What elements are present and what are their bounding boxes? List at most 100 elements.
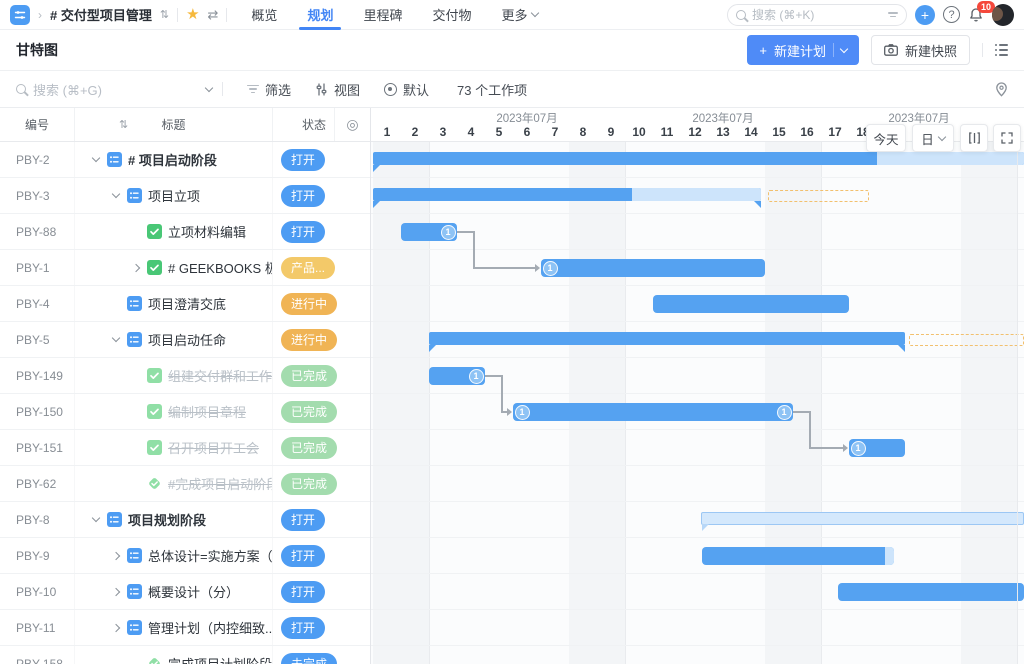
gantt-bar-PBY-1[interactable] [541, 259, 765, 277]
row-status-cell: 打开 [273, 610, 335, 645]
table-row-PBY-1[interactable]: PBY-1# GEEKBOOKS 极...产品... [0, 250, 370, 286]
row-id: PBY-151 [0, 430, 75, 465]
table-row-PBY-5[interactable]: PBY-5项目启动任命进行中 [0, 322, 370, 358]
dependency-count-badge[interactable]: 1 [851, 441, 866, 456]
status-badge[interactable]: 打开 [281, 617, 325, 639]
status-badge[interactable]: 已完成 [281, 365, 337, 387]
status-badge[interactable]: 已完成 [281, 473, 337, 495]
global-search-input[interactable]: 搜索 (⌘+K) [727, 4, 907, 26]
table-row-PBY-150[interactable]: PBY-150编制项目章程已完成 [0, 394, 370, 430]
table-row-PBY-149[interactable]: PBY-149组建交付群和工作台已完成 [0, 358, 370, 394]
dependency-line [457, 231, 473, 233]
overdue-dashed-range[interactable] [909, 334, 1024, 346]
create-button[interactable]: + [915, 5, 935, 25]
expand-chevron-down-icon[interactable] [92, 154, 100, 162]
table-row-PBY-10[interactable]: PBY-10概要设计（分）打开 [0, 574, 370, 610]
dependency-count-badge[interactable]: 1 [543, 261, 558, 276]
table-row-PBY-11[interactable]: PBY-11管理计划（内控细致...打开 [0, 610, 370, 646]
tab-交付物[interactable]: 交付物 [432, 0, 471, 30]
dependency-count-badge[interactable]: 1 [777, 405, 792, 420]
filter-icon [247, 85, 259, 94]
table-row-PBY-151[interactable]: PBY-151召开项目开工会已完成 [0, 430, 370, 466]
help-icon[interactable]: ? [943, 6, 960, 23]
gantt-bar-PBY-5[interactable] [429, 332, 905, 345]
row-title-cell: #完成项目启动阶段... [75, 466, 273, 501]
search-filter-icon[interactable] [888, 12, 898, 17]
gantt-bar-PBY-150[interactable] [513, 403, 793, 421]
default-view-button[interactable]: 默认 [384, 80, 429, 99]
table-row-PBY-8[interactable]: PBY-8项目规划阶段打开 [0, 502, 370, 538]
table-row-PBY-9[interactable]: PBY-9总体设计=实施方案（...打开 [0, 538, 370, 574]
status-badge[interactable]: 打开 [281, 581, 325, 603]
gantt-bar-PBY-9[interactable] [702, 547, 894, 565]
status-badge[interactable]: 未完成 [281, 653, 337, 664]
gantt-bar-PBY-10[interactable] [838, 583, 1024, 601]
gantt-bar-PBY-2[interactable] [373, 152, 1024, 165]
split-view-icon [968, 132, 981, 144]
column-settings-gear-icon[interactable]: ◎ [335, 108, 370, 141]
sort-icon[interactable]: ⇅ [119, 118, 128, 131]
tab-规划[interactable]: 规划 [307, 0, 333, 30]
status-badge[interactable]: 打开 [281, 221, 325, 243]
status-badge[interactable]: 打开 [281, 185, 325, 207]
view-config-button[interactable]: 视图 [315, 80, 360, 99]
filter-button[interactable]: 筛选 [247, 80, 291, 99]
table-row-PBY-2[interactable]: PBY-2# 项目启动阶段打开 [0, 142, 370, 178]
expand-chevron-down-icon[interactable] [92, 514, 100, 522]
tab-更多[interactable]: 更多 [501, 0, 537, 30]
column-header-id[interactable]: 编号 [0, 108, 75, 141]
today-button[interactable]: 今天 [866, 124, 906, 152]
favorite-star-icon[interactable]: ★ [186, 7, 199, 22]
table-row-PBY-158[interactable]: PBY-158完成项目计划阶段复盘未完成 [0, 646, 370, 664]
gantt-bar-PBY-3[interactable] [373, 188, 761, 201]
notifications-button[interactable]: 10 [968, 7, 984, 23]
project-icon[interactable] [10, 5, 30, 25]
status-badge[interactable]: 进行中 [281, 329, 337, 351]
table-row-PBY-4[interactable]: PBY-4项目澄清交底进行中 [0, 286, 370, 322]
dependency-count-badge[interactable]: 1 [469, 369, 484, 384]
column-header-title[interactable]: ⇅ 标题 [75, 108, 273, 141]
time-unit-dropdown[interactable]: 日 [912, 124, 954, 152]
table-row-PBY-88[interactable]: PBY-88立项材料编辑打开 [0, 214, 370, 250]
plus-icon: + [759, 43, 767, 58]
status-badge[interactable]: 打开 [281, 545, 325, 567]
row-title: 组建交付群和工作台 [168, 366, 273, 385]
expand-chevron-right-icon[interactable] [112, 587, 120, 595]
expand-chevron-down-icon[interactable] [112, 190, 120, 198]
dependency-count-badge[interactable]: 1 [515, 405, 530, 420]
row-status-cell: 已完成 [273, 358, 335, 393]
tab-概览[interactable]: 概览 [251, 0, 277, 30]
status-badge[interactable]: 已完成 [281, 401, 337, 423]
project-switcher-icon[interactable]: ⇅ [160, 8, 169, 21]
breadcrumb-project-name[interactable]: # 交付型项目管理 [50, 5, 152, 24]
new-plan-button[interactable]: + 新建计划 [747, 35, 859, 65]
dependency-count-badge[interactable]: 1 [441, 225, 456, 240]
status-badge[interactable]: 打开 [281, 149, 325, 171]
fullscreen-button[interactable] [993, 124, 1021, 152]
row-title: 项目规划阶段 [128, 510, 206, 529]
split-view-button[interactable] [960, 124, 988, 152]
tab-里程碑[interactable]: 里程碑 [363, 0, 402, 30]
gantt-bar-PBY-8[interactable] [701, 512, 1024, 525]
gantt-bar-PBY-4[interactable] [653, 295, 849, 313]
row-title: 管理计划（内控细致... [148, 618, 273, 637]
view-settings-icon[interactable] [995, 44, 1008, 56]
status-badge[interactable]: 进行中 [281, 293, 337, 315]
item-search-input[interactable]: 搜索 (⌘+G) [16, 80, 212, 99]
overdue-dashed-range[interactable] [768, 190, 869, 202]
column-header-status[interactable]: 状态 [273, 108, 335, 141]
expand-chevron-right-icon[interactable] [112, 623, 120, 631]
status-badge[interactable]: 打开 [281, 509, 325, 531]
new-snapshot-button[interactable]: 新建快照 [871, 35, 970, 65]
user-avatar[interactable] [992, 4, 1014, 26]
table-row-PBY-62[interactable]: PBY-62#完成项目启动阶段...已完成 [0, 466, 370, 502]
status-badge[interactable]: 已完成 [281, 437, 337, 459]
table-row-PBY-3[interactable]: PBY-3项目立项打开 [0, 178, 370, 214]
expand-chevron-down-icon[interactable] [112, 334, 120, 342]
status-badge[interactable]: 产品... [281, 257, 335, 279]
locate-pin-icon[interactable] [995, 82, 1008, 97]
swap-icon[interactable]: ⇄ [208, 7, 219, 23]
expand-chevron-right-icon[interactable] [112, 551, 120, 559]
expand-chevron-right-icon[interactable] [132, 263, 140, 271]
row-title: 编制项目章程 [168, 402, 246, 421]
